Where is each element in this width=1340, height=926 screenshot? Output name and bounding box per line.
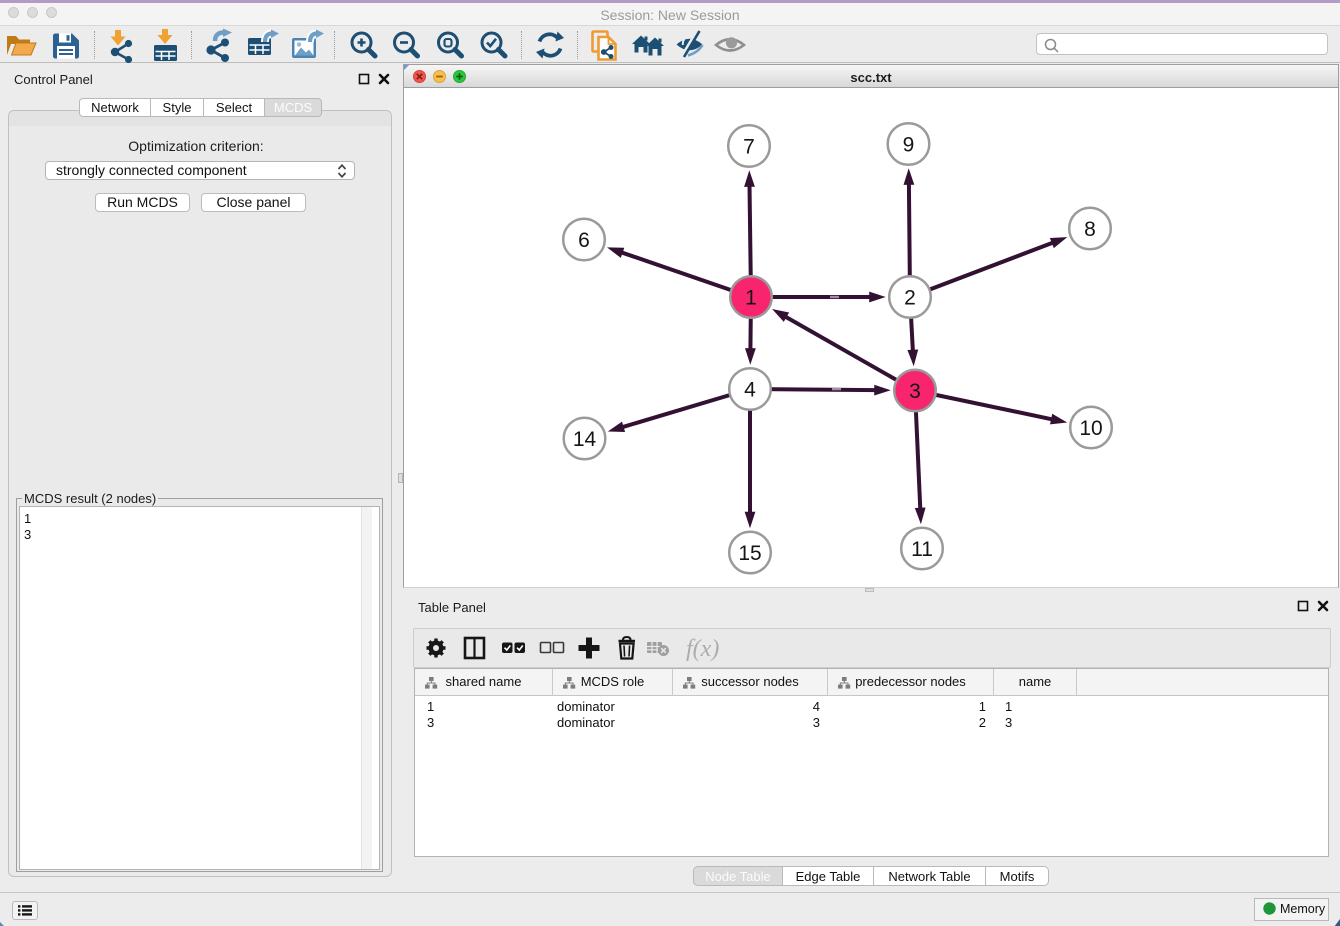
svg-text:6: 6 (578, 229, 590, 252)
svg-text:14: 14 (573, 428, 597, 451)
svg-text:1: 1 (745, 286, 757, 309)
svg-text:7: 7 (743, 135, 755, 158)
svg-text:8: 8 (1084, 218, 1096, 241)
svg-text:11: 11 (911, 538, 933, 561)
svg-text:3: 3 (909, 380, 921, 403)
svg-text:2: 2 (904, 286, 916, 309)
svg-text:10: 10 (1079, 417, 1102, 440)
svg-text:4: 4 (744, 378, 756, 401)
svg-text:f(x): f(x) (686, 636, 719, 662)
svg-text:9: 9 (903, 133, 915, 156)
svg-text:15: 15 (738, 542, 761, 565)
